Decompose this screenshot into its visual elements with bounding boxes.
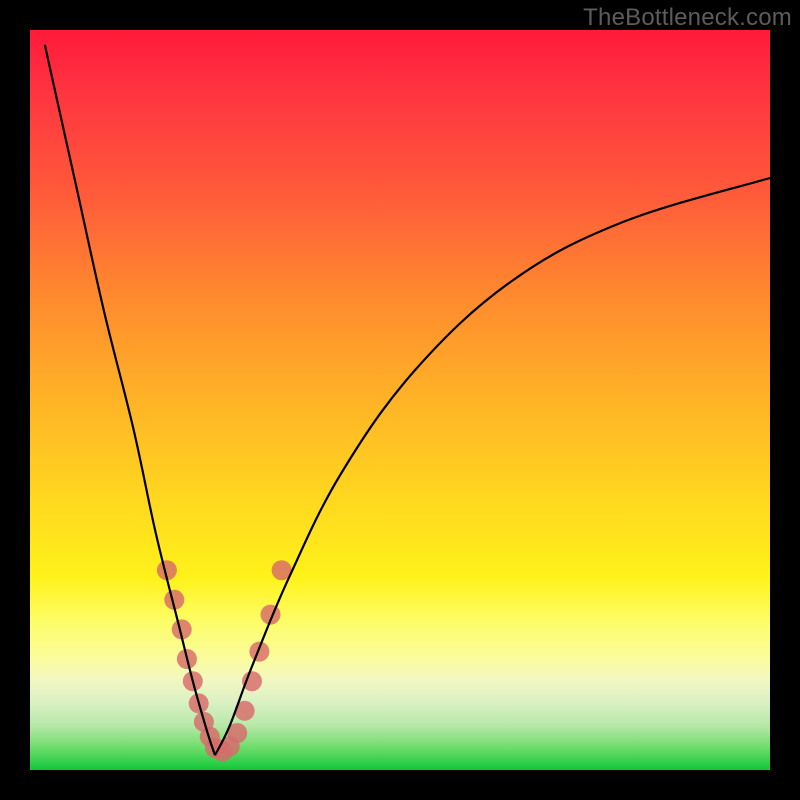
curve-left bbox=[45, 45, 215, 755]
data-point bbox=[249, 642, 269, 662]
data-point bbox=[242, 671, 262, 691]
scatter-dots bbox=[157, 560, 292, 761]
watermark-text: TheBottleneck.com bbox=[583, 4, 792, 32]
chart-frame: TheBottleneck.com bbox=[0, 0, 800, 800]
plot-area bbox=[30, 30, 770, 770]
curve-right bbox=[215, 178, 770, 755]
chart-svg bbox=[30, 30, 770, 770]
